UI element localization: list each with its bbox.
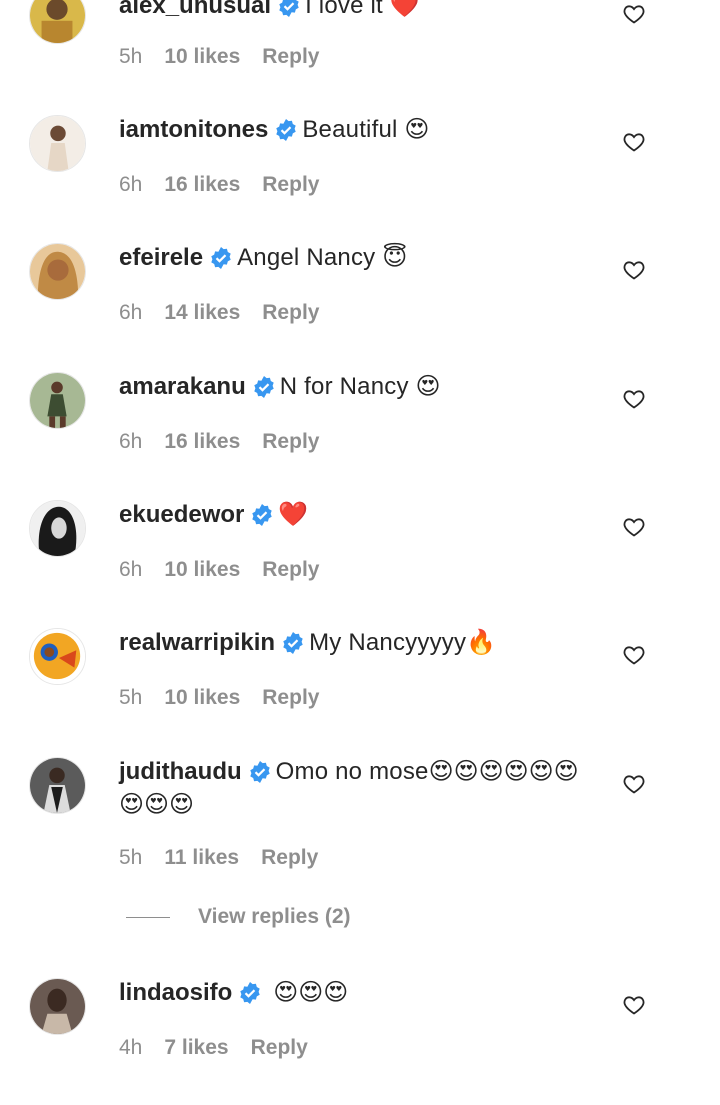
verified-badge-icon	[252, 504, 273, 526]
comment-text: I love it	[305, 0, 390, 19]
likes-count[interactable]: 11 likes	[164, 845, 239, 871]
verified-badge-icon	[254, 376, 274, 398]
view-replies-button[interactable]: View replies (2)	[126, 905, 351, 929]
like-heart-icon[interactable]	[622, 772, 646, 796]
comment-text: Angel Nancy	[237, 244, 383, 271]
likes-count[interactable]: 10 likes	[164, 44, 240, 70]
comment-emoji: ❤️	[278, 500, 309, 528]
reply-button[interactable]: Reply	[262, 557, 319, 583]
comment-emoji: 😍	[415, 372, 441, 400]
verified-badge-icon	[249, 761, 270, 783]
comment-line: efeirele Angel Nancy 😇	[119, 241, 599, 274]
username[interactable]: ekuedewor	[119, 501, 244, 528]
comment-meta: 6h 16 likes Reply	[119, 429, 341, 455]
comment-text: My Nancyyyyy	[309, 629, 467, 656]
comment-time: 6h	[119, 430, 143, 453]
avatar[interactable]	[29, 243, 86, 300]
likes-count[interactable]: 16 likes	[164, 172, 240, 198]
comment-text: N for Nancy	[279, 373, 416, 400]
likes-count[interactable]: 14 likes	[164, 300, 240, 326]
comment-emoji: 😍😍😍	[273, 978, 349, 1006]
verified-badge-icon	[276, 119, 297, 141]
like-heart-icon[interactable]	[622, 130, 646, 154]
comment-line: ekuedewor ❤️	[119, 498, 599, 531]
reply-button[interactable]: Reply	[262, 172, 319, 198]
comment-meta: 4h 7 likes Reply	[119, 1035, 330, 1061]
comment-time: 5h	[119, 686, 143, 709]
comment-meta: 6h 14 likes Reply	[119, 300, 341, 326]
comment-line: amarakanu N for Nancy 😍	[119, 370, 599, 403]
avatar[interactable]	[29, 500, 86, 557]
comment-time: 5h	[119, 45, 143, 68]
avatar[interactable]	[29, 372, 86, 429]
comment-time: 6h	[119, 301, 143, 324]
avatar[interactable]	[29, 0, 86, 44]
reply-button[interactable]: Reply	[262, 429, 319, 455]
username[interactable]: alex_unusual	[119, 0, 271, 19]
avatar[interactable]	[29, 978, 86, 1035]
likes-count[interactable]: 7 likes	[164, 1035, 228, 1061]
reply-button[interactable]: Reply	[262, 44, 319, 70]
comment-line: iamtonitones Beautiful 😍	[119, 113, 599, 146]
username[interactable]: lindaosifo	[119, 979, 232, 1006]
verified-badge-icon	[240, 982, 261, 1004]
view-replies-label: View replies (2)	[198, 905, 351, 928]
verified-badge-icon	[211, 247, 231, 269]
username[interactable]: efeirele	[119, 244, 203, 271]
replies-divider	[126, 916, 170, 918]
comment-line: lindaosifo 😍😍😍	[119, 976, 599, 1009]
comment-emoji: ❤️	[389, 0, 420, 19]
likes-count[interactable]: 16 likes	[164, 429, 240, 455]
like-heart-icon[interactable]	[622, 515, 646, 539]
username[interactable]: judithaudu	[119, 758, 242, 785]
username[interactable]: realwarripikin	[119, 629, 275, 656]
like-heart-icon[interactable]	[622, 2, 646, 26]
like-heart-icon[interactable]	[622, 643, 646, 667]
avatar[interactable]	[29, 115, 86, 172]
comment-time: 4h	[119, 1036, 143, 1059]
comment-meta: 6h 16 likes Reply	[119, 172, 341, 198]
comment-emoji: 🔥	[466, 628, 497, 656]
username[interactable]: amarakanu	[119, 373, 246, 400]
reply-button[interactable]: Reply	[261, 845, 318, 871]
likes-count[interactable]: 10 likes	[164, 557, 240, 583]
comment-time: 6h	[119, 558, 143, 581]
comment-emoji: 😇	[382, 243, 408, 271]
comment-line: alex_unusual I love it ❤️	[119, 0, 599, 22]
comment-text: Omo no mose	[275, 758, 429, 785]
comment-line: judithaudu Omo no mose😍😍😍😍😍😍😍😍😍	[119, 755, 599, 821]
username[interactable]: iamtonitones	[119, 116, 268, 143]
likes-count[interactable]: 10 likes	[164, 685, 240, 711]
reply-button[interactable]: Reply	[251, 1035, 308, 1061]
comment-meta: 5h 10 likes Reply	[119, 44, 341, 70]
comment-meta: 5h 11 likes Reply	[119, 845, 340, 871]
like-heart-icon[interactable]	[622, 258, 646, 282]
comment-emoji: 😍	[404, 115, 430, 143]
comment-line: realwarripikin My Nancyyyyy🔥	[119, 626, 599, 659]
reply-button[interactable]: Reply	[262, 300, 319, 326]
verified-badge-icon	[283, 632, 303, 654]
verified-badge-icon	[279, 0, 299, 17]
comment-time: 5h	[119, 846, 143, 869]
avatar[interactable]	[29, 757, 86, 814]
like-heart-icon[interactable]	[622, 993, 646, 1017]
like-heart-icon[interactable]	[622, 387, 646, 411]
reply-button[interactable]: Reply	[262, 685, 319, 711]
comment-meta: 5h 10 likes Reply	[119, 685, 341, 711]
avatar[interactable]	[29, 628, 86, 685]
comment-meta: 6h 10 likes Reply	[119, 557, 341, 583]
comment-time: 6h	[119, 173, 143, 196]
comment-text: Beautiful	[302, 116, 405, 143]
